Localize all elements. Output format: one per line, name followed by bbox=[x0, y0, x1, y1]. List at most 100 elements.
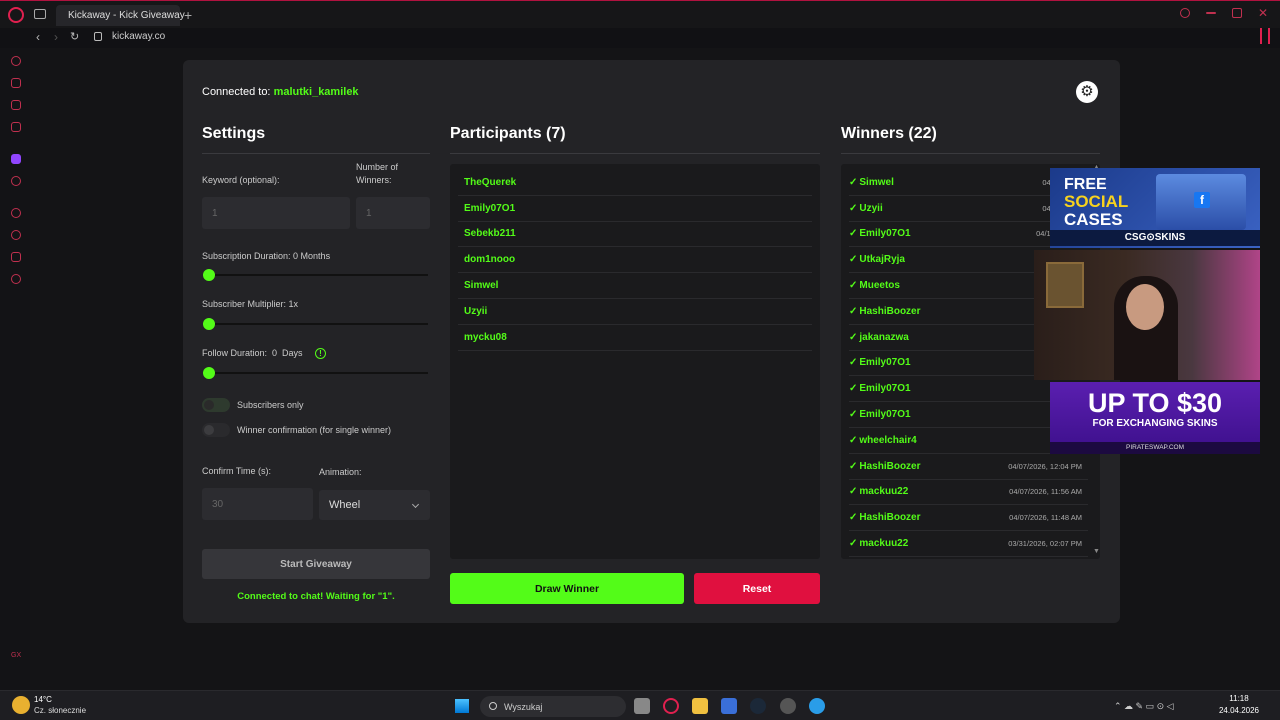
streamer-face-image bbox=[1126, 284, 1164, 330]
window-controls: ✕ bbox=[1180, 7, 1268, 19]
chat-status-text: Connected to chat! Waiting for "1". bbox=[237, 591, 395, 602]
winner-name: HashiBoozer bbox=[859, 305, 921, 317]
lock-icon bbox=[94, 32, 102, 41]
info-icon[interactable]: ! bbox=[315, 348, 326, 359]
search-tabs-icon[interactable] bbox=[1180, 8, 1190, 18]
webcam-feed bbox=[1034, 250, 1260, 380]
file-explorer-icon[interactable] bbox=[692, 698, 708, 714]
winners-count-input[interactable]: 1 bbox=[356, 197, 430, 229]
youtube-icon[interactable] bbox=[11, 176, 21, 186]
weather-icon[interactable] bbox=[12, 696, 30, 714]
new-tab-icon[interactable]: + bbox=[184, 7, 192, 23]
follow-slider-track[interactable] bbox=[209, 372, 428, 374]
keyword-input[interactable]: 1 bbox=[202, 197, 350, 229]
scroll-down-icon[interactable]: ▼ bbox=[1093, 548, 1100, 555]
participants-title: Participants (7) bbox=[450, 125, 566, 142]
restore-icon[interactable] bbox=[1232, 8, 1242, 18]
edge-icon[interactable] bbox=[809, 698, 825, 714]
check-icon: ✓ bbox=[849, 202, 858, 214]
ad-brand: CSG⊙SKINS bbox=[1050, 230, 1260, 246]
tab-title: Kickaway - Kick Giveaway bbox=[68, 10, 185, 21]
subscription-slider-handle[interactable] bbox=[203, 269, 215, 281]
stream-overlay: f FREE SOCIAL CASES CSG⊙SKINS UP TO $30 … bbox=[1034, 168, 1260, 454]
participant-item: Sebekb211 bbox=[458, 222, 812, 248]
task-view-icon[interactable] bbox=[634, 698, 650, 714]
participant-item: mycku08 bbox=[458, 325, 812, 351]
participant-item: Uzyii bbox=[458, 299, 812, 325]
participant-item: Simwel bbox=[458, 273, 812, 299]
pirateswap-ad: UP TO $30 FOR EXCHANGING SKINS PIRATESWA… bbox=[1050, 382, 1260, 454]
search-icon bbox=[489, 702, 497, 710]
messenger-icon[interactable] bbox=[11, 100, 21, 110]
speed-dial-icon[interactable] bbox=[11, 56, 21, 66]
ad-text-social: SOCIAL bbox=[1064, 192, 1129, 211]
taskbar-search-placeholder: Wyszukaj bbox=[504, 701, 543, 712]
animation-label: Animation: bbox=[319, 467, 362, 477]
draw-winner-button[interactable]: Draw Winner bbox=[450, 573, 684, 604]
tab-menu-icon[interactable] bbox=[34, 9, 46, 19]
subscription-slider-track[interactable] bbox=[209, 274, 428, 276]
reload-icon[interactable]: ↻ bbox=[70, 30, 79, 43]
steam-icon[interactable] bbox=[750, 698, 766, 714]
mail-icon[interactable] bbox=[11, 122, 21, 132]
check-icon: ✓ bbox=[849, 512, 858, 524]
subscribers-only-label: Subscribers only bbox=[237, 400, 304, 410]
facebook-icon: f bbox=[1194, 192, 1210, 208]
clock-time[interactable]: 11:18 bbox=[1214, 694, 1264, 703]
store-icon[interactable] bbox=[721, 698, 737, 714]
keyword-label: Keyword (optional): bbox=[202, 175, 280, 185]
winners-count-label: Number of Winners: bbox=[356, 162, 399, 185]
winner-name: UtkajRyja bbox=[859, 254, 905, 266]
start-giveaway-button[interactable]: Start Giveaway bbox=[202, 549, 430, 579]
animation-select[interactable]: Wheel bbox=[319, 490, 430, 520]
sidebar-toggle-icon[interactable] bbox=[1260, 28, 1270, 44]
bag-icon[interactable] bbox=[11, 78, 21, 88]
back-icon[interactable]: ‹ bbox=[36, 30, 40, 44]
connection-status: Connected to: malutki_kamilek bbox=[202, 86, 359, 98]
check-icon: ✓ bbox=[849, 228, 858, 240]
twitch-icon[interactable] bbox=[11, 154, 21, 164]
weather-description: Cz. słonecznie bbox=[34, 706, 87, 715]
multiplier-slider-handle[interactable] bbox=[203, 318, 215, 330]
check-icon: ✓ bbox=[849, 176, 858, 188]
winner-date: 04/07/2026, 11:56 AM bbox=[1009, 487, 1082, 497]
winner-name: Emily07O1 bbox=[859, 228, 911, 240]
painting-image bbox=[1046, 262, 1084, 308]
history-icon[interactable] bbox=[11, 230, 21, 240]
winners-title: Winners (22) bbox=[841, 125, 937, 142]
reset-button[interactable]: Reset bbox=[694, 573, 820, 604]
winner-confirmation-label: Winner confirmation (for single winner) bbox=[237, 425, 392, 435]
player-icon[interactable] bbox=[11, 208, 21, 218]
check-icon: ✓ bbox=[849, 383, 858, 395]
opera-gx-icon[interactable] bbox=[663, 698, 679, 714]
windows-start-icon[interactable] bbox=[455, 699, 469, 713]
winner-name: wheelchair4 bbox=[859, 434, 917, 446]
taskbar-search[interactable]: Wyszukaj bbox=[480, 696, 626, 717]
extensions-icon[interactable] bbox=[11, 252, 21, 262]
multiplier-slider-track[interactable] bbox=[209, 323, 428, 325]
opera-logo-icon[interactable] bbox=[8, 7, 24, 23]
url-field[interactable]: kickaway.co bbox=[112, 31, 165, 42]
winner-confirmation-toggle[interactable] bbox=[202, 423, 230, 437]
clock-date[interactable]: 24.04.2026 bbox=[1214, 706, 1264, 715]
ad-text-free: FREE bbox=[1064, 176, 1107, 193]
tab-kickaway[interactable]: Kickaway - Kick Giveaway bbox=[56, 5, 185, 26]
tab-bar: Kickaway - Kick Giveaway + ✕ bbox=[0, 0, 1280, 28]
winners-divider bbox=[841, 153, 1100, 154]
follow-slider-handle[interactable] bbox=[203, 367, 215, 379]
check-icon: ✓ bbox=[849, 254, 858, 266]
close-icon[interactable]: ✕ bbox=[1258, 7, 1268, 19]
forward-icon[interactable]: › bbox=[54, 30, 58, 44]
settings-icon[interactable] bbox=[11, 274, 21, 284]
gear-icon[interactable]: ⚙ bbox=[1076, 81, 1098, 103]
check-icon: ✓ bbox=[849, 486, 858, 498]
ad-headline: UP TO $30 bbox=[1087, 388, 1223, 418]
app-icon[interactable] bbox=[780, 698, 796, 714]
winner-name: Emily07O1 bbox=[859, 357, 911, 369]
check-icon: ✓ bbox=[849, 434, 858, 446]
confirm-time-input[interactable]: 30 bbox=[202, 488, 313, 520]
subscribers-only-toggle[interactable] bbox=[202, 398, 230, 412]
minimize-icon[interactable] bbox=[1206, 12, 1216, 14]
system-tray[interactable]: ⌃ ☁ ✎ ▭ ⊙ ◁ bbox=[1114, 701, 1174, 712]
check-icon: ✓ bbox=[849, 409, 858, 421]
